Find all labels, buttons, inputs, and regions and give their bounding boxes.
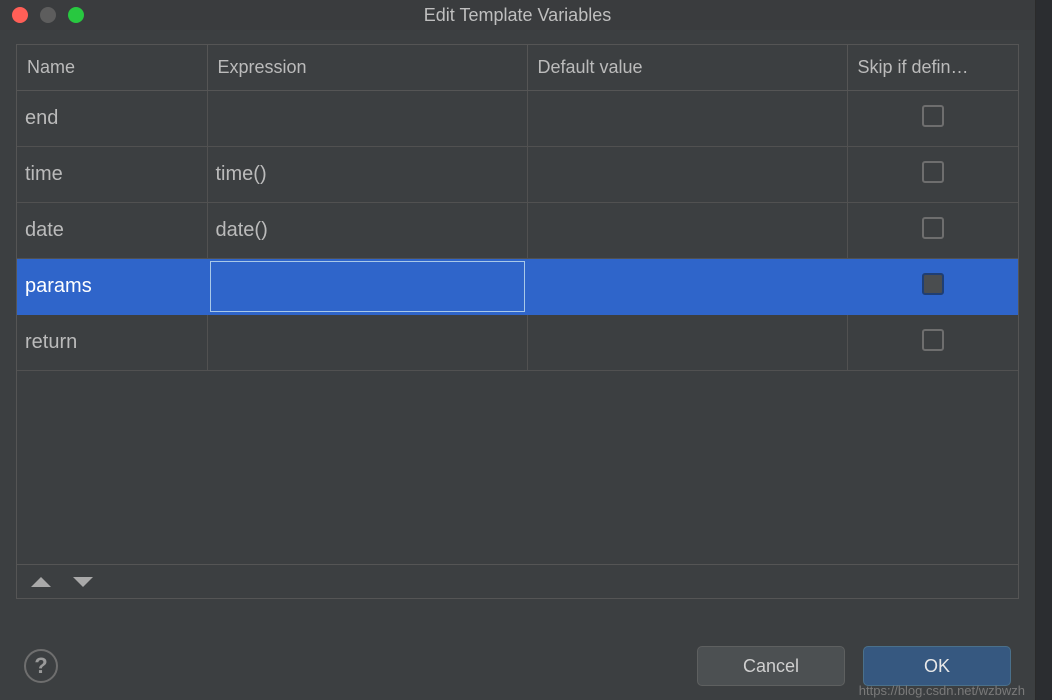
checkbox-icon[interactable] bbox=[922, 273, 944, 295]
cell-default[interactable] bbox=[527, 259, 847, 315]
cell-skip[interactable] bbox=[847, 259, 1018, 315]
minimize-window-button[interactable] bbox=[40, 7, 56, 23]
dialog-content: Name Expression Default value Skip if de… bbox=[0, 30, 1035, 599]
cell-name[interactable]: return bbox=[17, 315, 207, 371]
ok-button[interactable]: OK bbox=[863, 646, 1011, 686]
window-title: Edit Template Variables bbox=[0, 5, 1035, 26]
cell-name[interactable]: params bbox=[17, 259, 207, 315]
checkbox-icon[interactable] bbox=[922, 217, 944, 239]
cell-skip[interactable] bbox=[847, 91, 1018, 147]
move-up-icon[interactable] bbox=[31, 577, 51, 587]
table-row[interactable]: end bbox=[17, 91, 1018, 147]
table-row[interactable]: params bbox=[17, 259, 1018, 315]
zoom-window-button[interactable] bbox=[68, 7, 84, 23]
cell-name[interactable]: time bbox=[17, 147, 207, 203]
help-icon: ? bbox=[34, 653, 47, 679]
column-header-name[interactable]: Name bbox=[17, 45, 207, 91]
ok-button-label: OK bbox=[924, 656, 950, 677]
cell-name[interactable]: date bbox=[17, 203, 207, 259]
cell-skip[interactable] bbox=[847, 315, 1018, 371]
cell-skip[interactable] bbox=[847, 147, 1018, 203]
cell-expression[interactable] bbox=[207, 315, 527, 371]
cell-default[interactable] bbox=[527, 315, 847, 371]
titlebar: Edit Template Variables bbox=[0, 0, 1035, 30]
cancel-button-label: Cancel bbox=[743, 656, 799, 677]
table-empty-area bbox=[17, 371, 1018, 564]
move-down-icon[interactable] bbox=[73, 577, 93, 587]
cell-default[interactable] bbox=[527, 203, 847, 259]
column-header-expression[interactable]: Expression bbox=[207, 45, 527, 91]
table-row[interactable]: time time() bbox=[17, 147, 1018, 203]
cell-default[interactable] bbox=[527, 147, 847, 203]
cell-expression[interactable]: time() bbox=[207, 147, 527, 203]
dialog-window: Edit Template Variables Name Expression … bbox=[0, 0, 1036, 700]
cell-expression[interactable] bbox=[207, 259, 527, 315]
expression-editor[interactable] bbox=[210, 261, 525, 312]
column-header-default[interactable]: Default value bbox=[527, 45, 847, 91]
cell-default[interactable] bbox=[527, 91, 847, 147]
background-strip bbox=[1036, 0, 1052, 700]
window-controls bbox=[12, 7, 84, 23]
table-row[interactable]: return bbox=[17, 315, 1018, 371]
variables-table-container: Name Expression Default value Skip if de… bbox=[16, 44, 1019, 599]
help-button[interactable]: ? bbox=[24, 649, 58, 683]
cell-skip[interactable] bbox=[847, 203, 1018, 259]
close-window-button[interactable] bbox=[12, 7, 28, 23]
variables-table: Name Expression Default value Skip if de… bbox=[17, 45, 1018, 371]
checkbox-icon[interactable] bbox=[922, 161, 944, 183]
cancel-button[interactable]: Cancel bbox=[697, 646, 845, 686]
checkbox-icon[interactable] bbox=[922, 105, 944, 127]
cell-name[interactable]: end bbox=[17, 91, 207, 147]
cell-expression[interactable]: date() bbox=[207, 203, 527, 259]
cell-expression[interactable] bbox=[207, 91, 527, 147]
watermark-text: https://blog.csdn.net/wzbwzh bbox=[859, 683, 1025, 698]
table-header-row: Name Expression Default value Skip if de… bbox=[17, 45, 1018, 91]
checkbox-icon[interactable] bbox=[922, 329, 944, 351]
column-header-skip[interactable]: Skip if defin… bbox=[847, 45, 1018, 91]
reorder-toolbar bbox=[17, 564, 1018, 598]
dialog-footer: ? Cancel OK bbox=[0, 646, 1035, 686]
table-row[interactable]: date date() bbox=[17, 203, 1018, 259]
